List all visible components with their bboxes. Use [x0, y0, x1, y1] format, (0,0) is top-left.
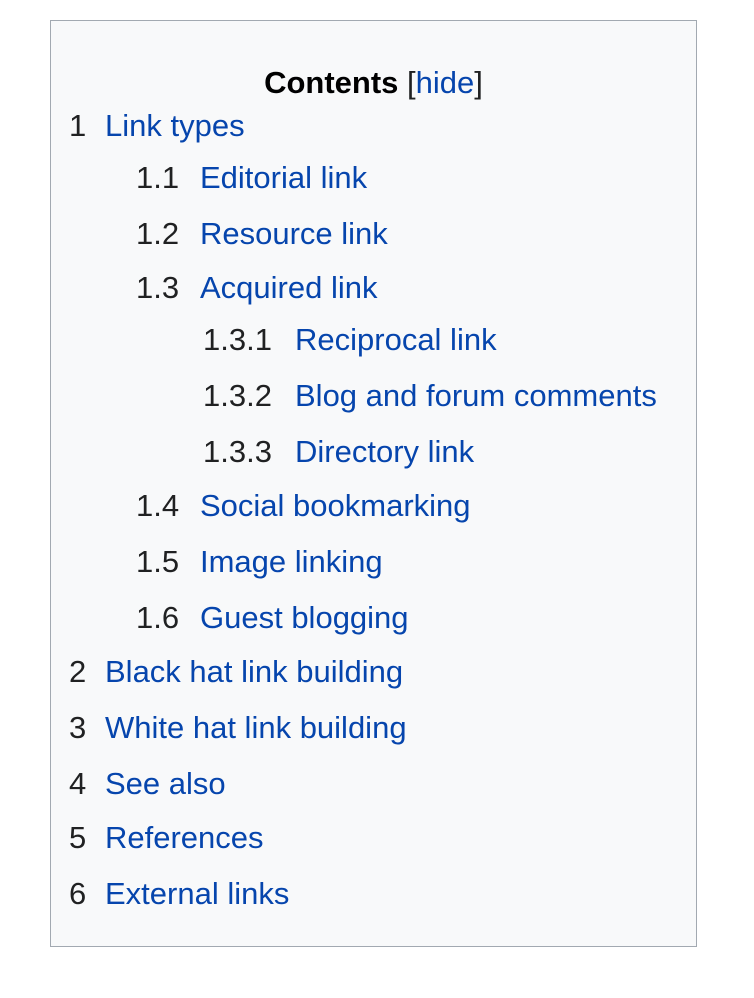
toc-item-number: 1.1 — [136, 160, 180, 195]
toc-item[interactable]: 6 External links — [69, 876, 289, 912]
toc-item-number: 1.3.1 — [203, 322, 272, 357]
toc-item[interactable]: 2 Black hat link building — [69, 654, 403, 690]
toggle-bracket-close: ] — [474, 65, 483, 100]
toc-item-number: 6 — [69, 876, 87, 911]
toc-item-number: 5 — [69, 820, 87, 855]
toc-item[interactable]: 1.4 Social bookmarking — [136, 488, 471, 524]
toc-item-number: 1.2 — [136, 216, 180, 251]
toc-item-link[interactable]: Editorial link — [200, 160, 367, 195]
toc-item-number: 1.3.2 — [203, 378, 272, 413]
toc-item-number: 2 — [69, 654, 87, 689]
toc-item-link[interactable]: Link types — [105, 108, 245, 143]
toc-item[interactable]: 1.1 Editorial link — [136, 160, 367, 196]
toc-item-link[interactable]: Resource link — [200, 216, 388, 251]
toc-item[interactable]: 1.3.2 Blog and forum comments — [203, 378, 657, 414]
toc-item-number: 1.3 — [136, 270, 180, 305]
toc-item-link[interactable]: Blog and forum comments — [295, 378, 657, 413]
toc-item[interactable]: 1.3.3 Directory link — [203, 434, 474, 470]
toc-item-link[interactable]: See also — [105, 766, 226, 801]
toc-item-number: 1.6 — [136, 600, 180, 635]
toc-item-number: 1 — [69, 108, 87, 143]
toc-item-link[interactable]: External links — [105, 876, 289, 911]
toc-item-link[interactable]: White hat link building — [105, 710, 407, 745]
toc-item-link[interactable]: Image linking — [200, 544, 383, 579]
toc-item-number: 4 — [69, 766, 87, 801]
toc-item-link[interactable]: Black hat link building — [105, 654, 403, 689]
toc-item-link[interactable]: Reciprocal link — [295, 322, 497, 357]
toc-item-number: 1.5 — [136, 544, 180, 579]
toc-item[interactable]: 1.5 Image linking — [136, 544, 383, 580]
toggle-bracket-open: [ — [407, 65, 416, 100]
toc-item-number: 1.4 — [136, 488, 180, 523]
toc-item-link[interactable]: Guest blogging — [200, 600, 409, 635]
toc-item-link[interactable]: Social bookmarking — [200, 488, 471, 523]
toc-item-number: 1.3.3 — [203, 434, 272, 469]
toc-item-link[interactable]: References — [105, 820, 264, 855]
toc-item[interactable]: 3 White hat link building — [69, 710, 407, 746]
toc-item-number: 3 — [69, 710, 87, 745]
toc-item[interactable]: 1.3 Acquired link — [136, 270, 377, 306]
toc-item[interactable]: 4 See also — [69, 766, 226, 802]
toc-header: Contents [hide] — [51, 65, 696, 101]
toc-title: Contents — [264, 65, 399, 100]
hide-toc-link[interactable]: hide — [416, 65, 475, 100]
toc-item[interactable]: 1.6 Guest blogging — [136, 600, 409, 636]
toc-item[interactable]: 5 References — [69, 820, 264, 856]
toc-item[interactable]: 1.3.1 Reciprocal link — [203, 322, 497, 358]
toc-item[interactable]: 1 Link types — [69, 108, 245, 144]
toc-item-link[interactable]: Directory link — [295, 434, 474, 469]
table-of-contents: Contents [hide] 1 Link types 1.1 Editorial … — [50, 20, 697, 947]
toc-item[interactable]: 1.2 Resource link — [136, 216, 388, 252]
toc-item-link[interactable]: Acquired link — [200, 270, 377, 305]
